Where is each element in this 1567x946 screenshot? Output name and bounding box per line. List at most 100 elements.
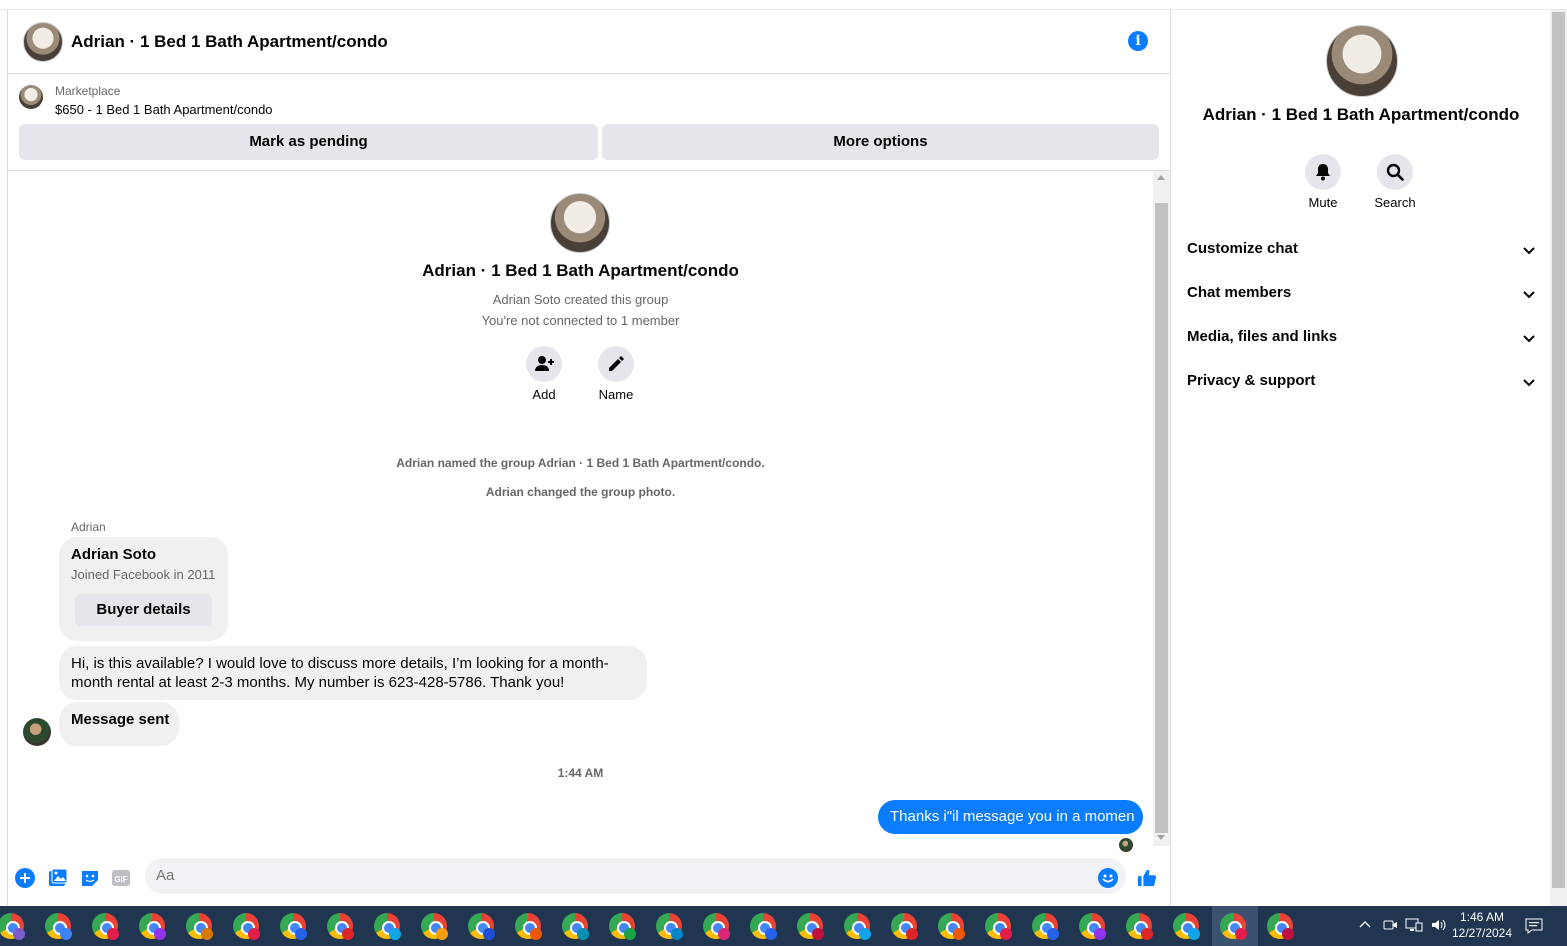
- chrome-icon[interactable]: [844, 913, 871, 940]
- section-label: Chat members: [1187, 284, 1292, 301]
- photo-icon[interactable]: [48, 868, 68, 888]
- profile-badge-icon: [1000, 928, 1012, 940]
- chrome-icon[interactable]: [797, 913, 824, 940]
- profile-badge-icon: [13, 928, 25, 940]
- chat-members-section[interactable]: Chat members: [1187, 272, 1537, 316]
- privacy-support-section[interactable]: Privacy & support: [1187, 360, 1537, 404]
- taskbar-clock[interactable]: 1:46 AM 12/27/2024: [1448, 909, 1516, 941]
- window-top-strip: [0, 0, 1567, 10]
- message-sent-text: Message sent: [71, 711, 170, 728]
- like-icon[interactable]: [1137, 868, 1157, 888]
- profile-badge-icon: [624, 928, 636, 940]
- incoming-message[interactable]: Hi, is this available? I would love to d…: [59, 646, 647, 700]
- network-icon[interactable]: [1405, 917, 1423, 936]
- chrome-icon[interactable]: [139, 913, 166, 940]
- sender-avatar[interactable]: [23, 718, 51, 746]
- marketplace-listing[interactable]: Marketplace $650 - 1 Bed 1 Bath Apartmen…: [8, 74, 1170, 124]
- chrome-icon[interactable]: [938, 913, 965, 940]
- message-input[interactable]: [145, 858, 1126, 894]
- left-edge: [0, 10, 8, 906]
- sticker-icon[interactable]: [80, 868, 100, 888]
- add-member-button[interactable]: [526, 346, 562, 382]
- message-list: Adrian · 1 Bed 1 Bath Apartment/condo Ad…: [8, 171, 1153, 852]
- emoji-icon[interactable]: [1098, 868, 1118, 888]
- mute-button[interactable]: [1305, 154, 1341, 190]
- chrome-icon[interactable]: [515, 913, 542, 940]
- group-avatar[interactable]: [23, 22, 63, 62]
- chrome-icon[interactable]: [1267, 913, 1294, 940]
- page-scrollbar[interactable]: [1550, 10, 1567, 906]
- volume-icon[interactable]: [1430, 917, 1448, 936]
- chrome-icon[interactable]: [1173, 913, 1200, 940]
- chrome-icon[interactable]: [327, 913, 354, 940]
- profile-badge-icon: [1188, 928, 1200, 940]
- chrome-icon[interactable]: [45, 913, 72, 940]
- profile-badge-icon: [1047, 928, 1059, 940]
- chrome-icon[interactable]: [1126, 913, 1153, 940]
- outgoing-message[interactable]: Thanks i"il message you in a momen: [878, 800, 1143, 834]
- chrome-icon[interactable]: [0, 913, 25, 940]
- clock-date: 12/27/2024: [1451, 926, 1513, 940]
- chrome-icon[interactable]: [374, 913, 401, 940]
- media-files-links-section[interactable]: Media, files and links: [1187, 316, 1537, 360]
- chrome-icon[interactable]: [421, 913, 448, 940]
- chrome-icon[interactable]: [280, 913, 307, 940]
- search-button[interactable]: [1377, 154, 1413, 190]
- meet-now-icon[interactable]: [1382, 917, 1398, 936]
- listing-title: $650 - 1 Bed 1 Bath Apartment/condo: [55, 102, 273, 117]
- message-line: Hi, is this available? I would love to d…: [71, 655, 609, 672]
- search-label: Search: [1374, 195, 1416, 210]
- rename-button[interactable]: [598, 346, 634, 382]
- profile-badge-icon: [1235, 928, 1247, 940]
- mark-as-pending-button[interactable]: Mark as pending: [19, 124, 598, 160]
- group-name: Adrian · 1 Bed 1 Bath Apartment/condo: [422, 261, 739, 280]
- chrome-icon[interactable]: [656, 913, 683, 940]
- scroll-thumb[interactable]: [1155, 203, 1168, 833]
- chat-title[interactable]: Adrian · 1 Bed 1 Bath Apartment/condo: [71, 32, 388, 52]
- chrome-icon[interactable]: [92, 913, 119, 940]
- chrome-icon[interactable]: [468, 913, 495, 940]
- profile-badge-icon: [577, 928, 589, 940]
- buyer-name: Adrian Soto: [71, 546, 156, 563]
- plus-icon[interactable]: [15, 868, 35, 888]
- customize-chat-section[interactable]: Customize chat: [1187, 228, 1537, 272]
- message-text: Hi, is this available? I would love to d…: [71, 654, 609, 692]
- windows-taskbar: 1:46 AM 12/27/2024: [0, 906, 1567, 946]
- buyer-card: Adrian Soto Joined Facebook in 2011 Buye…: [59, 537, 228, 641]
- chrome-icon[interactable]: [1079, 913, 1106, 940]
- info-icon[interactable]: i: [1128, 31, 1148, 51]
- chrome-icon[interactable]: [1220, 913, 1247, 940]
- scroll-up-arrow[interactable]: [1157, 175, 1165, 180]
- chevron-down-icon: [1523, 291, 1535, 299]
- profile-badge-icon: [530, 928, 542, 940]
- chrome-icon[interactable]: [562, 913, 589, 940]
- conversation-pane: Adrian · 1 Bed 1 Bath Apartment/condo i …: [8, 10, 1170, 906]
- notification-icon[interactable]: [1524, 916, 1544, 939]
- section-label: Media, files and links: [1187, 328, 1338, 345]
- section-label: Privacy & support: [1187, 372, 1316, 389]
- scroll-down-arrow[interactable]: [1157, 835, 1165, 840]
- profile-badge-icon: [906, 928, 918, 940]
- chrome-icon[interactable]: [985, 913, 1012, 940]
- profile-badge-icon: [765, 928, 777, 940]
- profile-badge-icon: [1094, 928, 1106, 940]
- chrome-icon[interactable]: [233, 913, 260, 940]
- chrome-icon[interactable]: [609, 913, 636, 940]
- page-scroll-thumb[interactable]: [1552, 12, 1565, 888]
- chevron-up-icon[interactable]: [1358, 918, 1372, 935]
- chrome-icon[interactable]: [1032, 913, 1059, 940]
- chrome-icon[interactable]: [186, 913, 213, 940]
- chrome-icon[interactable]: [703, 913, 730, 940]
- sender-name: Adrian: [71, 520, 106, 534]
- chevron-down-icon: [1523, 335, 1535, 343]
- gif-icon[interactable]: GIF: [111, 868, 131, 888]
- chrome-icon[interactable]: [750, 913, 777, 940]
- chat-details-sidebar: Adrian · 1 Bed 1 Bath Apartment/condo Mu…: [1170, 10, 1550, 906]
- buyer-details-button[interactable]: Buyer details: [75, 594, 212, 626]
- add-label: Add: [532, 387, 556, 402]
- message-scrollbar[interactable]: [1153, 171, 1170, 846]
- more-options-button[interactable]: More options: [602, 124, 1159, 160]
- chrome-icon[interactable]: [891, 913, 918, 940]
- message-sent-bubble[interactable]: Message sent: [59, 702, 179, 746]
- profile-badge-icon: [1282, 928, 1294, 940]
